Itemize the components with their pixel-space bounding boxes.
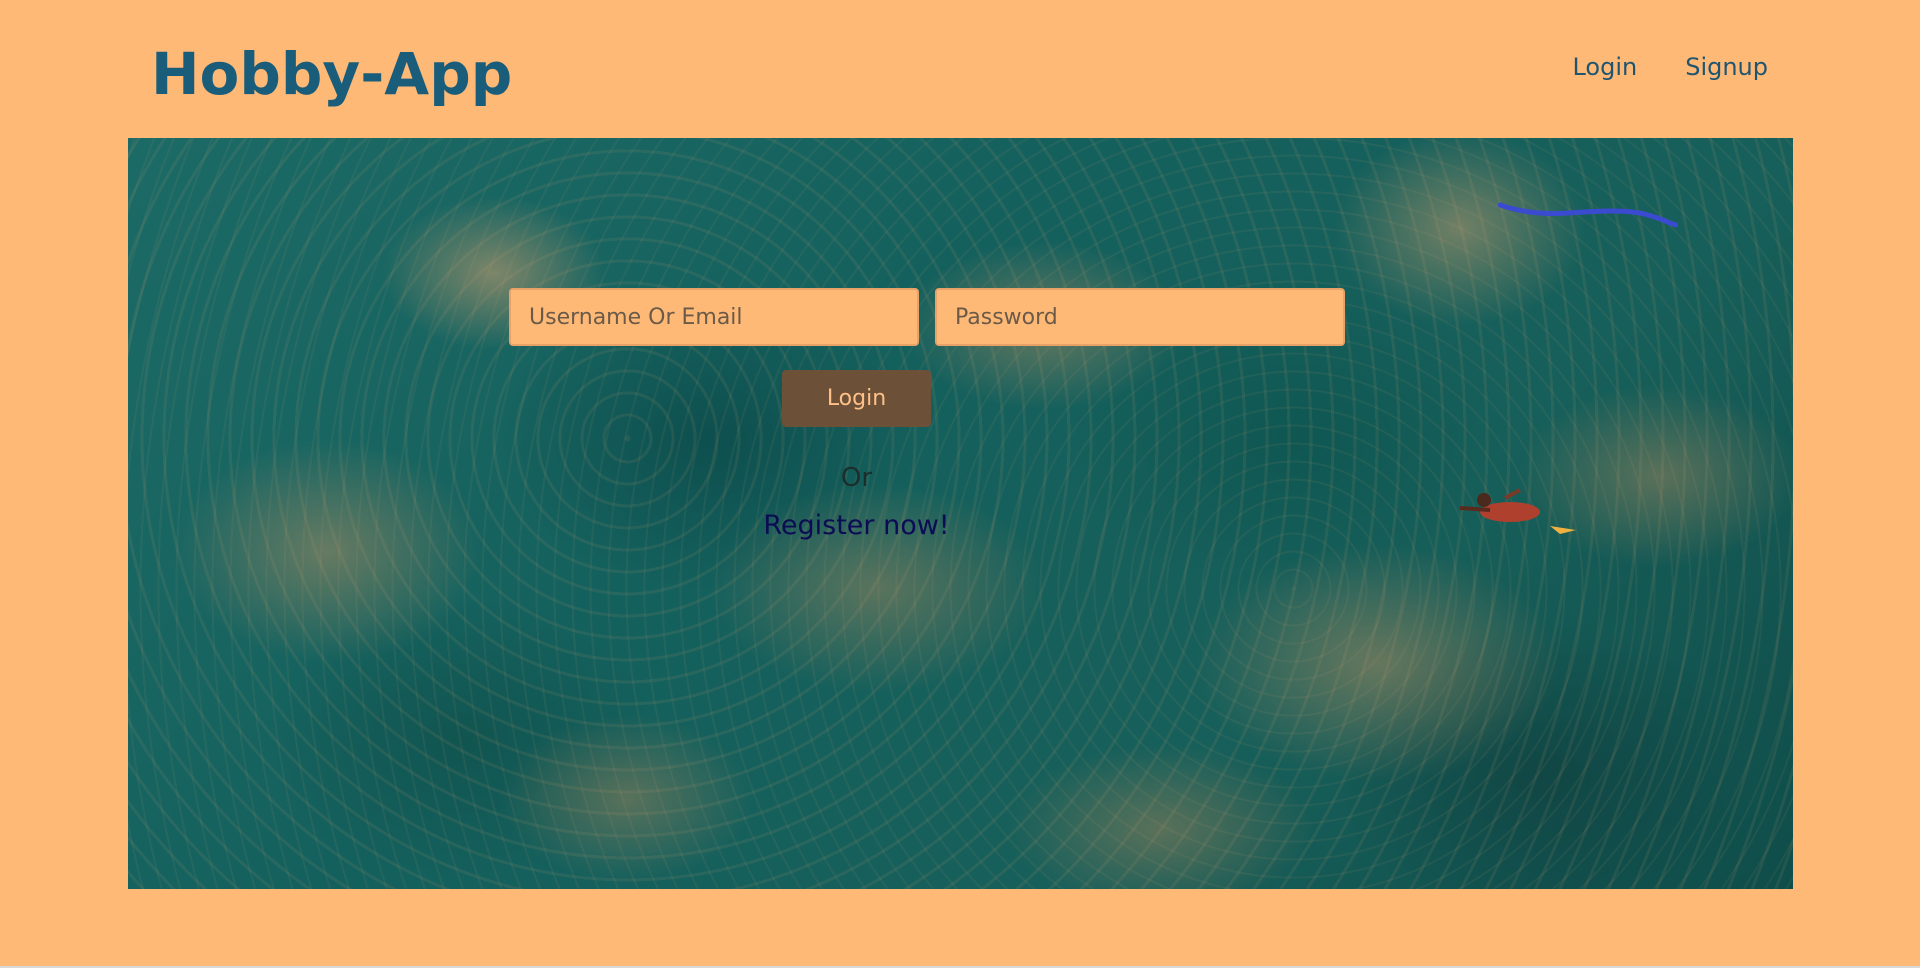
nav-login-link[interactable]: Login (1572, 50, 1637, 84)
top-nav: Login Signup (1572, 50, 1768, 84)
register-link[interactable]: Register now! (128, 510, 1585, 541)
brand-logo[interactable]: Hobby-App (151, 38, 512, 110)
login-button[interactable]: Login (782, 370, 931, 427)
wake-line-decoration (1498, 202, 1678, 228)
or-divider-text: Or (840, 463, 873, 493)
nav-signup-link[interactable]: Signup (1685, 50, 1768, 84)
header: Hobby-App Login Signup (0, 0, 1920, 138)
hero-ocean-image: Login Or Register now! (128, 138, 1793, 889)
login-inputs (509, 288, 1345, 346)
username-input[interactable] (509, 288, 919, 346)
password-input[interactable] (935, 288, 1345, 346)
